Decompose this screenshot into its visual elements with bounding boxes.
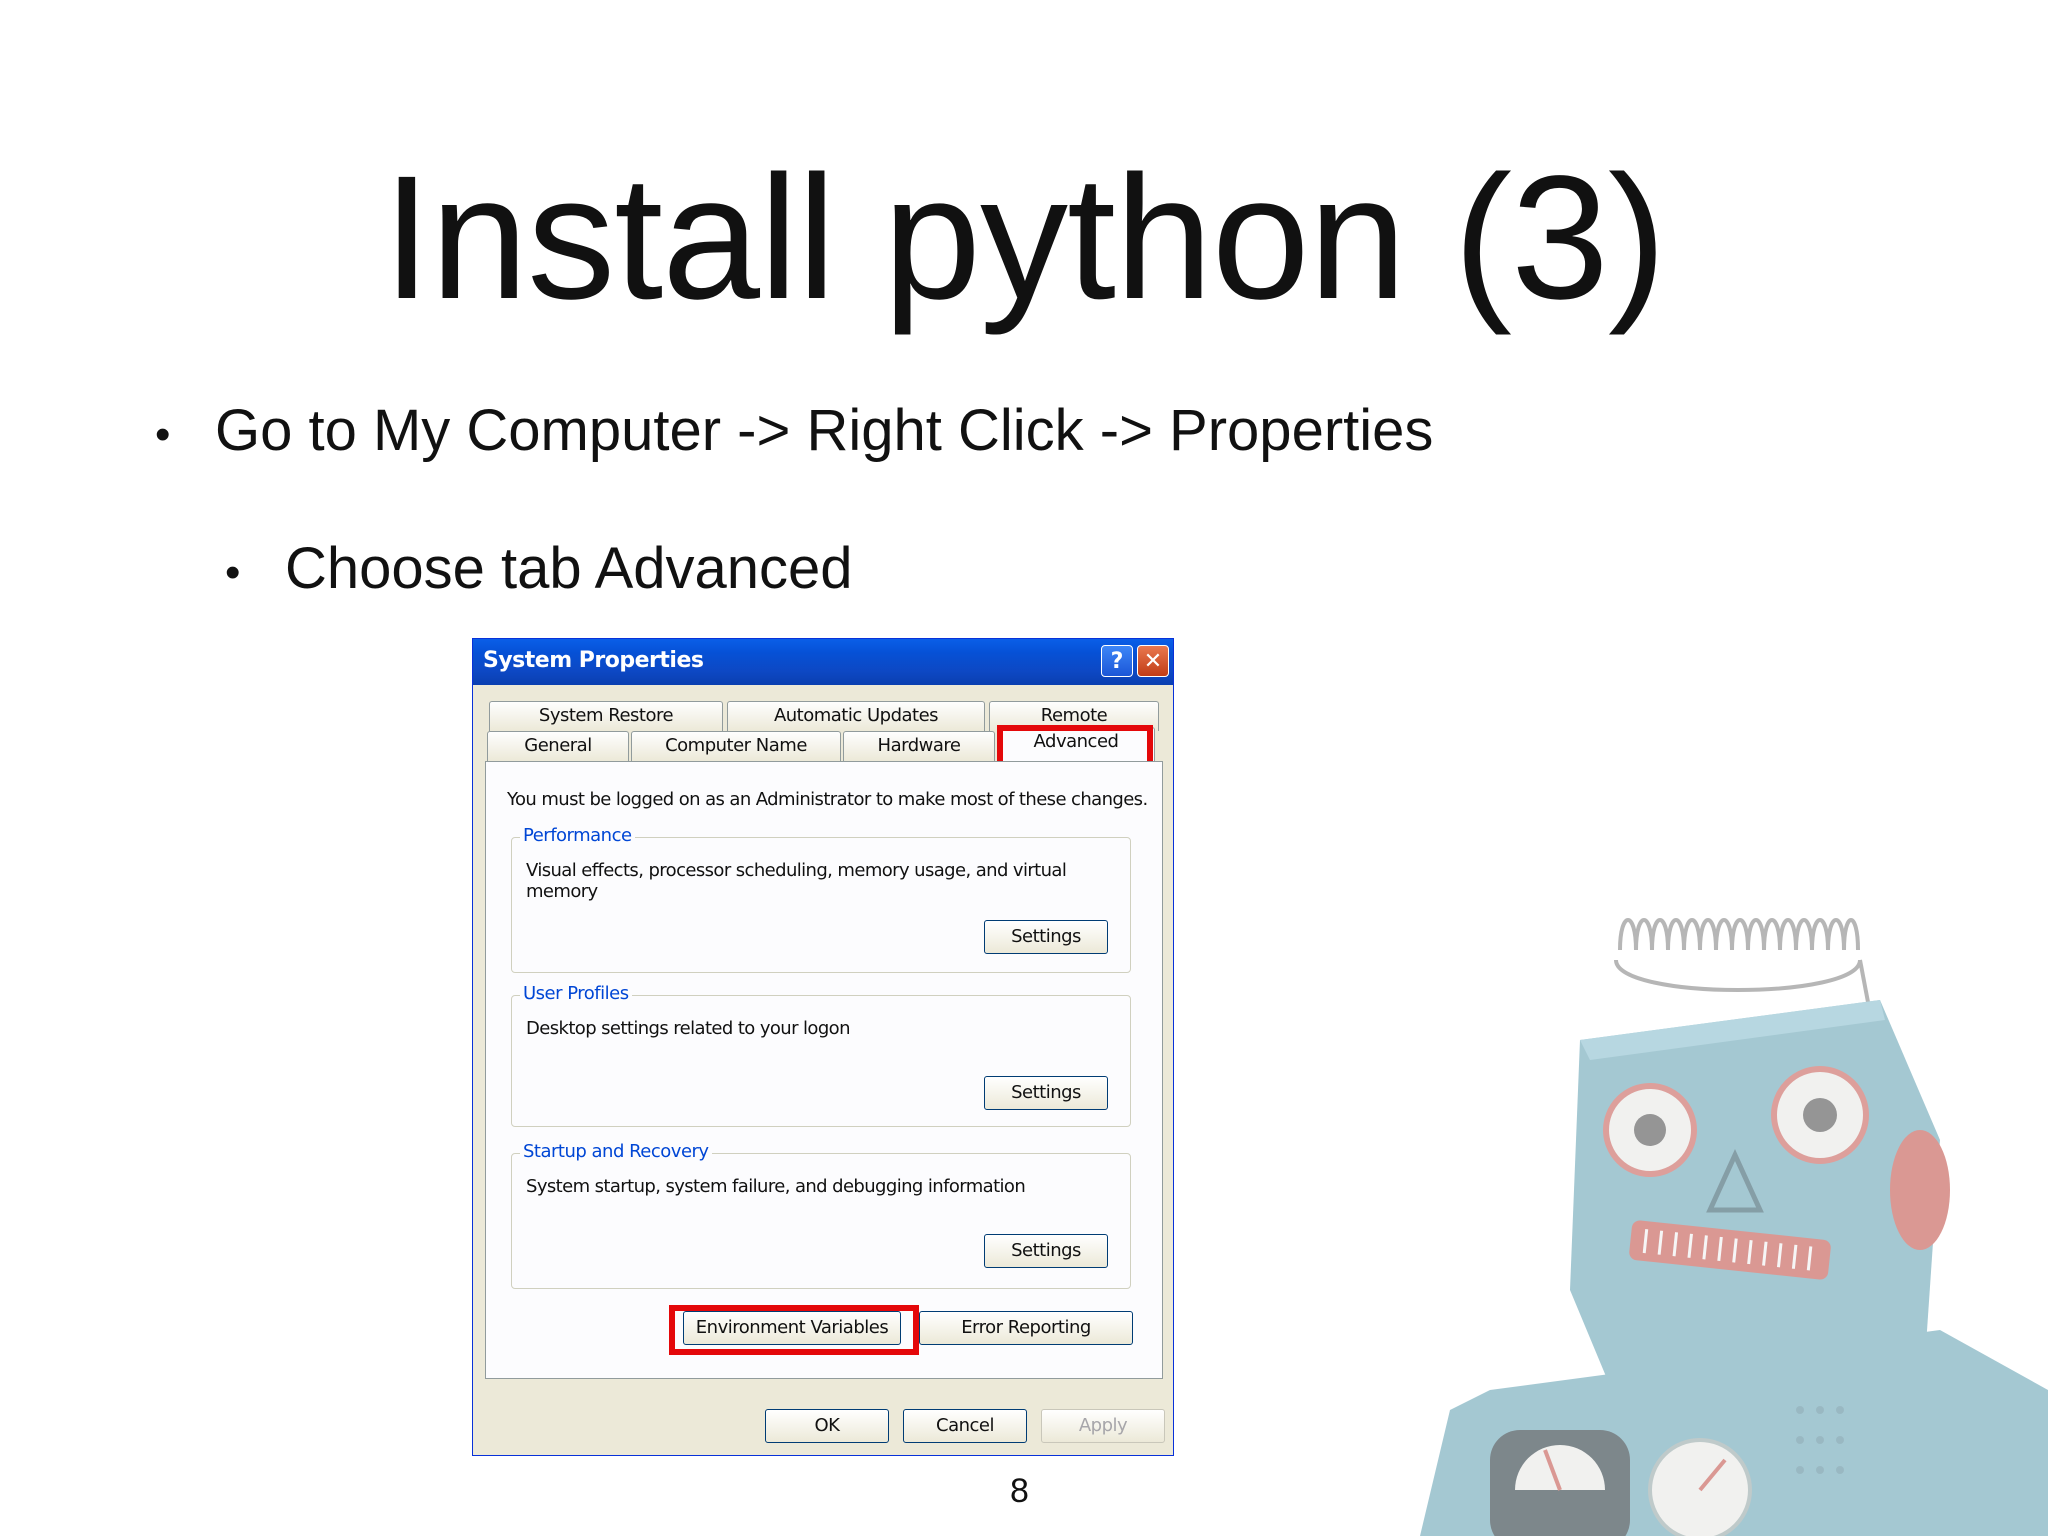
apply-button[interactable]: Apply [1041,1409,1165,1443]
user-profiles-group-description: Desktop settings related to your logon [526,1018,851,1039]
bullet-1: • Go to My Computer -> Right Click -> Pro… [155,402,1433,460]
ok-button[interactable]: OK [765,1409,889,1443]
performance-group: Performance Visual effects, processor sc… [511,825,1131,973]
bullet-2: • Choose tab Advanced [225,540,853,598]
close-icon[interactable]: ✕ [1137,645,1169,677]
user-profiles-group-title: User Profiles [520,983,632,1004]
user-profiles-group: User Profiles Desktop settings related t… [511,983,1131,1127]
user-profiles-settings-button[interactable]: Settings [984,1076,1108,1110]
dialog-title: System Properties [483,648,704,673]
startup-recovery-group-title: Startup and Recovery [520,1141,712,1162]
robot-illustration [1420,918,2048,1536]
startup-recovery-group: Startup and Recovery System startup, sys… [511,1141,1131,1289]
system-properties-dialog: System Properties ? ✕ System Restore Aut… [472,638,1174,1456]
performance-settings-button[interactable]: Settings [984,920,1108,954]
startup-recovery-group-description: System startup, system failure, and debu… [526,1176,1026,1197]
slide-title: Install python (3) [382,140,1666,336]
cancel-button[interactable]: Cancel [903,1409,1027,1443]
tab-general[interactable]: General [487,731,629,761]
tab-computer-name[interactable]: Computer Name [631,731,841,761]
startup-recovery-settings-button[interactable]: Settings [984,1234,1108,1268]
page-number: 8 [1010,1472,1029,1510]
tab-hardware[interactable]: Hardware [843,731,995,761]
tab-automatic-updates[interactable]: Automatic Updates [727,701,985,731]
dialog-titlebar[interactable]: System Properties ? ✕ [473,639,1173,685]
bullet-1-text: Go to My Computer -> Right Click -> Prop… [215,398,1434,463]
admin-note: You must be logged on as an Administrato… [507,789,1148,810]
performance-group-description: Visual effects, processor scheduling, me… [526,860,1067,902]
bullet-dot: • [155,409,171,459]
bullet-2-text: Choose tab Advanced [285,536,853,601]
bullet-dot: • [225,547,241,597]
environment-variables-highlight [669,1305,919,1355]
performance-group-title: Performance [520,825,635,846]
error-reporting-button[interactable]: Error Reporting [919,1311,1133,1345]
help-icon[interactable]: ? [1101,645,1133,677]
tab-system-restore[interactable]: System Restore [489,701,723,731]
